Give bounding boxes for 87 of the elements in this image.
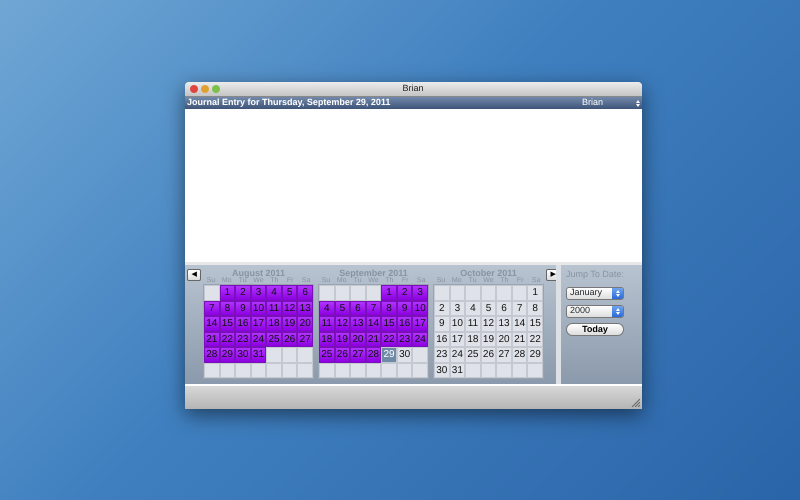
journal-day-cell[interactable]: 17 xyxy=(250,316,266,332)
journal-day-cell[interactable]: 13 xyxy=(350,316,366,332)
journal-text-area[interactable] xyxy=(185,109,642,262)
month-select[interactable]: January xyxy=(566,286,624,300)
journal-day-cell[interactable]: 11 xyxy=(266,300,282,316)
minimize-button[interactable] xyxy=(201,85,209,93)
journal-day-cell[interactable]: 7 xyxy=(204,300,220,316)
today-button[interactable]: Today xyxy=(566,322,624,336)
journal-day-cell[interactable]: 1 xyxy=(220,285,236,300)
zoom-button[interactable] xyxy=(212,85,220,93)
journal-day-cell[interactable]: 27 xyxy=(297,332,313,347)
journal-day-cell[interactable]: 12 xyxy=(334,316,350,332)
journal-day-cell[interactable]: 28 xyxy=(366,347,382,362)
journal-day-cell[interactable]: 25 xyxy=(266,332,282,347)
journal-day-cell[interactable]: 3 xyxy=(250,285,266,300)
day-cell[interactable]: 8 xyxy=(527,300,543,316)
journal-day-cell[interactable]: 6 xyxy=(297,285,313,300)
journal-day-cell[interactable]: 14 xyxy=(204,316,220,332)
journal-day-cell[interactable]: 9 xyxy=(235,300,251,316)
day-cell[interactable]: 2 xyxy=(434,300,450,316)
journal-day-cell[interactable]: 6 xyxy=(350,300,366,316)
day-cell[interactable]: 12 xyxy=(480,316,496,332)
journal-day-cell[interactable]: 16 xyxy=(396,316,412,332)
year-select[interactable]: 2000 xyxy=(566,304,624,318)
journal-day-cell[interactable]: 13 xyxy=(297,300,313,316)
journal-day-cell[interactable]: 11 xyxy=(319,316,335,332)
day-cell[interactable]: 26 xyxy=(480,347,496,362)
day-cell[interactable]: 29 xyxy=(527,347,543,362)
day-cell[interactable]: 9 xyxy=(434,316,450,332)
journal-day-cell[interactable]: 20 xyxy=(350,332,366,347)
journal-day-cell[interactable]: 14 xyxy=(366,316,382,332)
day-cell[interactable]: 4 xyxy=(465,300,481,316)
day-cell[interactable]: 30 xyxy=(434,362,450,378)
journal-day-cell[interactable]: 18 xyxy=(266,316,282,332)
journal-day-cell[interactable]: 10 xyxy=(412,300,428,316)
journal-day-cell[interactable]: 18 xyxy=(319,332,335,347)
window-title: Brian xyxy=(401,82,424,96)
stepper-icon xyxy=(636,100,640,106)
journal-day-cell[interactable]: 24 xyxy=(412,332,428,347)
journal-day-cell[interactable]: 5 xyxy=(282,285,298,300)
journal-day-cell[interactable]: 2 xyxy=(396,285,412,300)
stepper-icon xyxy=(616,290,620,296)
journal-day-cell[interactable]: 17 xyxy=(412,316,428,332)
day-cell[interactable]: 25 xyxy=(465,347,481,362)
journal-day-cell[interactable]: 8 xyxy=(381,300,397,316)
journal-day-cell[interactable]: 28 xyxy=(204,347,220,362)
journal-day-cell[interactable]: 4 xyxy=(319,300,335,316)
journal-day-cell[interactable]: 15 xyxy=(381,316,397,332)
journal-day-cell[interactable]: 27 xyxy=(350,347,366,362)
day-cell[interactable]: 23 xyxy=(434,347,450,362)
close-button[interactable] xyxy=(190,85,198,93)
day-cell[interactable]: 30 xyxy=(396,347,412,362)
stepper-icon xyxy=(616,308,620,314)
journal-day-cell[interactable]: 4 xyxy=(266,285,282,300)
day-cell[interactable]: 18 xyxy=(465,332,481,347)
resize-grip-icon xyxy=(631,398,640,407)
journal-day-cell[interactable]: 31 xyxy=(250,347,266,362)
journal-day-cell[interactable]: 22 xyxy=(381,332,397,347)
journal-day-cell[interactable]: 20 xyxy=(297,316,313,332)
journal-day-cell[interactable]: 3 xyxy=(412,285,428,300)
day-cell[interactable]: 22 xyxy=(527,332,543,347)
journal-day-cell[interactable]: 23 xyxy=(235,332,251,347)
day-cell[interactable]: 29 xyxy=(381,347,397,362)
journal-day-cell[interactable]: 30 xyxy=(235,347,251,362)
journal-day-cell[interactable]: 15 xyxy=(220,316,236,332)
journal-day-cell[interactable]: 2 xyxy=(235,285,251,300)
day-cell[interactable]: 24 xyxy=(450,347,466,362)
day-cell[interactable]: 11 xyxy=(465,316,481,332)
journal-day-cell[interactable]: 25 xyxy=(319,347,335,362)
journal-day-cell[interactable]: 29 xyxy=(220,347,236,362)
day-cell[interactable]: 15 xyxy=(527,316,543,332)
day-cell[interactable]: 28 xyxy=(512,347,528,362)
journal-day-cell[interactable]: 21 xyxy=(204,332,220,347)
day-cell[interactable]: 6 xyxy=(496,300,512,316)
journal-day-cell[interactable]: 19 xyxy=(282,316,298,332)
journal-day-cell[interactable]: 26 xyxy=(334,347,350,362)
day-cell[interactable]: 10 xyxy=(450,316,466,332)
day-cell[interactable]: 27 xyxy=(496,347,512,362)
journal-entry-title: Journal Entry for Thursday, September 29, 2011 xyxy=(187,96,390,110)
day-cell[interactable]: 1 xyxy=(527,285,543,300)
user-popup[interactable]: Brian xyxy=(582,96,640,110)
day-cell[interactable]: 14 xyxy=(512,316,528,332)
journal-day-cell[interactable]: 1 xyxy=(381,285,397,300)
journal-day-cell[interactable]: 16 xyxy=(235,316,251,332)
day-cell[interactable]: 20 xyxy=(496,332,512,347)
day-cell[interactable]: 13 xyxy=(496,316,512,332)
day-cell[interactable]: 16 xyxy=(434,332,450,347)
